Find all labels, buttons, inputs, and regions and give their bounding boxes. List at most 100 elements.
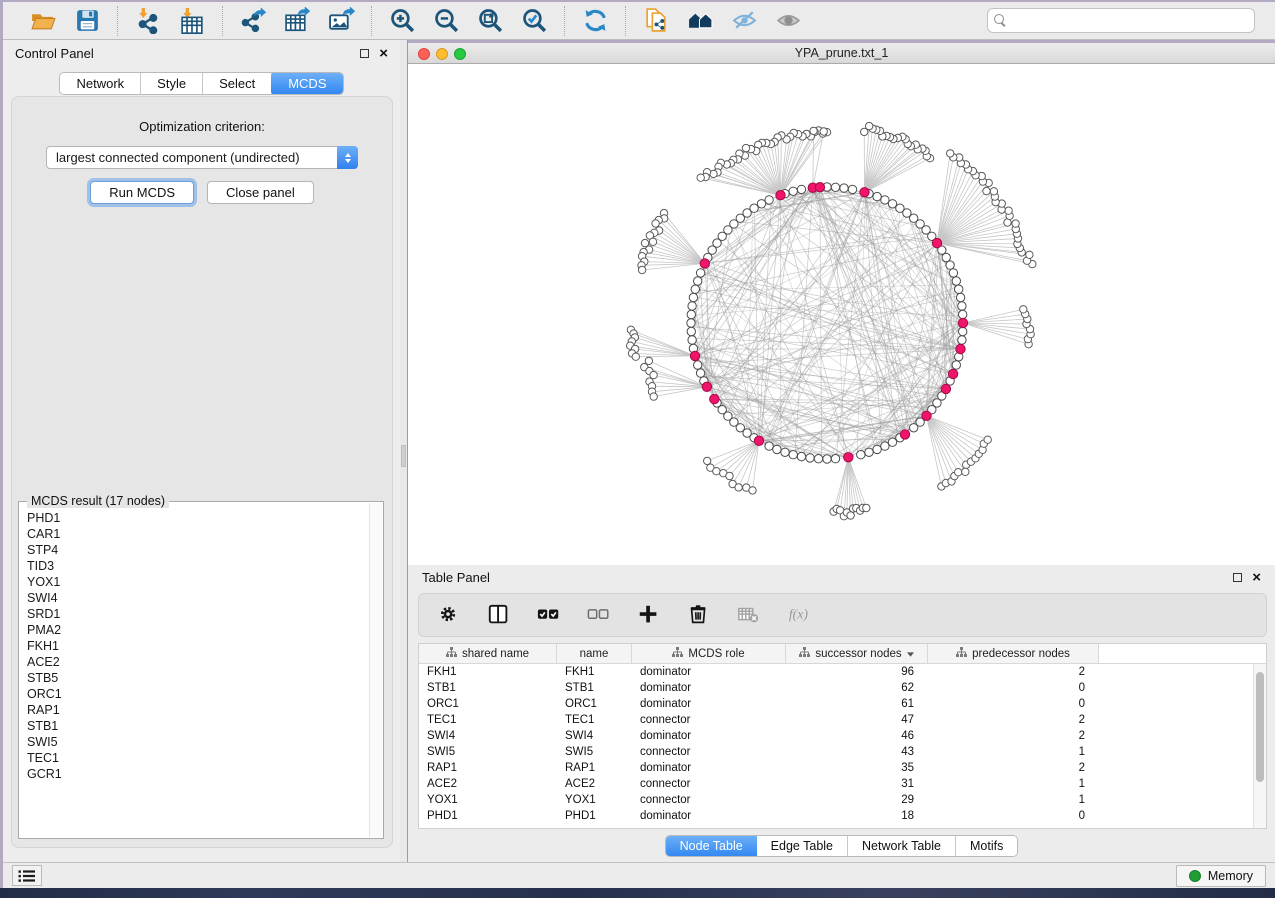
column-header-name[interactable]: name — [557, 644, 632, 663]
tab-select[interactable]: Select — [203, 73, 272, 94]
cell-name[interactable]: SWI5 — [557, 746, 632, 758]
cell-predecessor_nodes[interactable]: 0 — [928, 810, 1099, 822]
close-icon[interactable]: × — [1252, 570, 1261, 585]
cell-successor_nodes[interactable]: 47 — [786, 714, 928, 726]
float-icon[interactable] — [360, 49, 369, 58]
import-network-icon[interactable] — [132, 6, 164, 36]
mcds-result-item[interactable]: FKH1 — [27, 638, 368, 654]
tab-network-table[interactable]: Network Table — [848, 836, 956, 856]
mcds-result-item[interactable]: PMA2 — [27, 622, 368, 638]
mcds-result-list[interactable]: PHD1CAR1STP4TID3YOX1SWI4SRD1PMA2FKH1ACE2… — [21, 510, 368, 836]
cell-name[interactable]: FKH1 — [557, 666, 632, 678]
cell-predecessor_nodes[interactable]: 2 — [928, 730, 1099, 742]
cell-predecessor_nodes[interactable]: 1 — [928, 794, 1099, 806]
mcds-result-item[interactable]: PHD1 — [27, 510, 368, 526]
run-mcds-button[interactable]: Run MCDS — [90, 181, 194, 204]
tab-mcds[interactable]: MCDS — [271, 72, 343, 95]
network-file-icon[interactable] — [640, 6, 672, 36]
import-table-icon[interactable] — [176, 6, 208, 36]
cell-mcds_role[interactable]: dominator — [632, 730, 786, 742]
cell-mcds_role[interactable]: dominator — [632, 762, 786, 774]
splitter-grip[interactable] — [401, 445, 406, 467]
cell-successor_nodes[interactable]: 62 — [786, 682, 928, 694]
table-scrollbar-thumb[interactable] — [1256, 672, 1264, 782]
mcds-result-scrollbar[interactable] — [369, 503, 382, 837]
cell-successor_nodes[interactable]: 35 — [786, 762, 928, 774]
mcds-result-item[interactable]: STB5 — [27, 670, 368, 686]
cell-successor_nodes[interactable]: 46 — [786, 730, 928, 742]
close-panel-button[interactable]: Close panel — [207, 181, 314, 204]
mcds-result-item[interactable]: SWI5 — [27, 734, 368, 750]
panel-splitter[interactable] — [400, 40, 408, 862]
cell-shared_name[interactable]: SWI5 — [419, 746, 557, 758]
open-file-icon[interactable] — [27, 6, 59, 36]
column-header-successor_nodes[interactable]: successor nodes — [786, 644, 928, 663]
cell-shared_name[interactable]: YOX1 — [419, 794, 557, 806]
tab-motifs[interactable]: Motifs — [956, 836, 1017, 856]
columns-icon[interactable] — [485, 601, 513, 629]
table-row[interactable]: STB1STB1dominator620 — [419, 680, 1253, 696]
cell-shared_name[interactable]: TEC1 — [419, 714, 557, 726]
deselect-all-icon[interactable] — [585, 601, 613, 629]
export-network-icon[interactable] — [237, 6, 269, 36]
trash-icon[interactable] — [685, 601, 713, 629]
cell-mcds_role[interactable]: dominator — [632, 698, 786, 710]
float-icon[interactable] — [1233, 573, 1242, 582]
tab-node-table[interactable]: Node Table — [665, 835, 758, 857]
table-row[interactable]: RAP1RAP1dominator352 — [419, 760, 1253, 776]
column-header-shared_name[interactable]: shared name — [419, 644, 557, 663]
zoom-fit-icon[interactable] — [474, 6, 506, 36]
table-row[interactable]: FKH1FKH1dominator962 — [419, 664, 1253, 680]
table-row[interactable]: ACE2ACE2connector311 — [419, 776, 1253, 792]
cell-mcds_role[interactable]: dominator — [632, 682, 786, 694]
cell-name[interactable]: PHD1 — [557, 810, 632, 822]
save-session-icon[interactable] — [71, 6, 103, 36]
cell-successor_nodes[interactable]: 96 — [786, 666, 928, 678]
zoom-out-icon[interactable] — [430, 6, 462, 36]
cell-shared_name[interactable]: SWI4 — [419, 730, 557, 742]
cell-shared_name[interactable]: STB1 — [419, 682, 557, 694]
cell-mcds_role[interactable]: connector — [632, 746, 786, 758]
cell-mcds_role[interactable]: dominator — [632, 810, 786, 822]
cell-successor_nodes[interactable]: 31 — [786, 778, 928, 790]
cell-predecessor_nodes[interactable]: 2 — [928, 762, 1099, 774]
cell-shared_name[interactable]: FKH1 — [419, 666, 557, 678]
table-row[interactable]: ORC1ORC1dominator610 — [419, 696, 1253, 712]
cell-shared_name[interactable]: ACE2 — [419, 778, 557, 790]
table-scrollbar[interactable] — [1253, 664, 1266, 828]
select-all-icon[interactable] — [535, 601, 563, 629]
cell-predecessor_nodes[interactable]: 0 — [928, 682, 1099, 694]
mcds-result-item[interactable]: TEC1 — [27, 750, 368, 766]
cell-mcds_role[interactable]: connector — [632, 778, 786, 790]
cell-shared_name[interactable]: PHD1 — [419, 810, 557, 822]
cell-name[interactable]: TEC1 — [557, 714, 632, 726]
cell-predecessor_nodes[interactable]: 0 — [928, 698, 1099, 710]
mcds-result-item[interactable]: STP4 — [27, 542, 368, 558]
table-row[interactable]: PHD1PHD1dominator180 — [419, 808, 1253, 824]
table-row[interactable]: SWI4SWI4dominator462 — [419, 728, 1253, 744]
mcds-result-item[interactable]: STB1 — [27, 718, 368, 734]
show-all-icon[interactable] — [772, 6, 804, 36]
zoom-in-icon[interactable] — [386, 6, 418, 36]
mcds-result-item[interactable]: RAP1 — [27, 702, 368, 718]
cell-mcds_role[interactable]: connector — [632, 714, 786, 726]
mcds-result-item[interactable]: SWI4 — [27, 590, 368, 606]
cell-name[interactable]: RAP1 — [557, 762, 632, 774]
network-canvas[interactable] — [408, 64, 1275, 565]
optimization-criterion-select[interactable]: largest connected component (undirected) — [46, 146, 358, 169]
gear-icon[interactable] — [435, 601, 463, 629]
first-neighbors-icon[interactable] — [684, 6, 716, 36]
cell-name[interactable]: SWI4 — [557, 730, 632, 742]
mcds-result-item[interactable]: ACE2 — [27, 654, 368, 670]
cell-successor_nodes[interactable]: 29 — [786, 794, 928, 806]
cell-predecessor_nodes[interactable]: 1 — [928, 746, 1099, 758]
refresh-view-icon[interactable] — [579, 6, 611, 36]
tab-style[interactable]: Style — [141, 73, 203, 94]
zoom-selected-icon[interactable] — [518, 6, 550, 36]
cell-successor_nodes[interactable]: 43 — [786, 746, 928, 758]
mcds-result-item[interactable]: CAR1 — [27, 526, 368, 542]
cell-name[interactable]: ORC1 — [557, 698, 632, 710]
memory-button[interactable]: Memory — [1176, 865, 1266, 887]
mcds-result-item[interactable]: TID3 — [27, 558, 368, 574]
tab-network[interactable]: Network — [60, 73, 141, 94]
